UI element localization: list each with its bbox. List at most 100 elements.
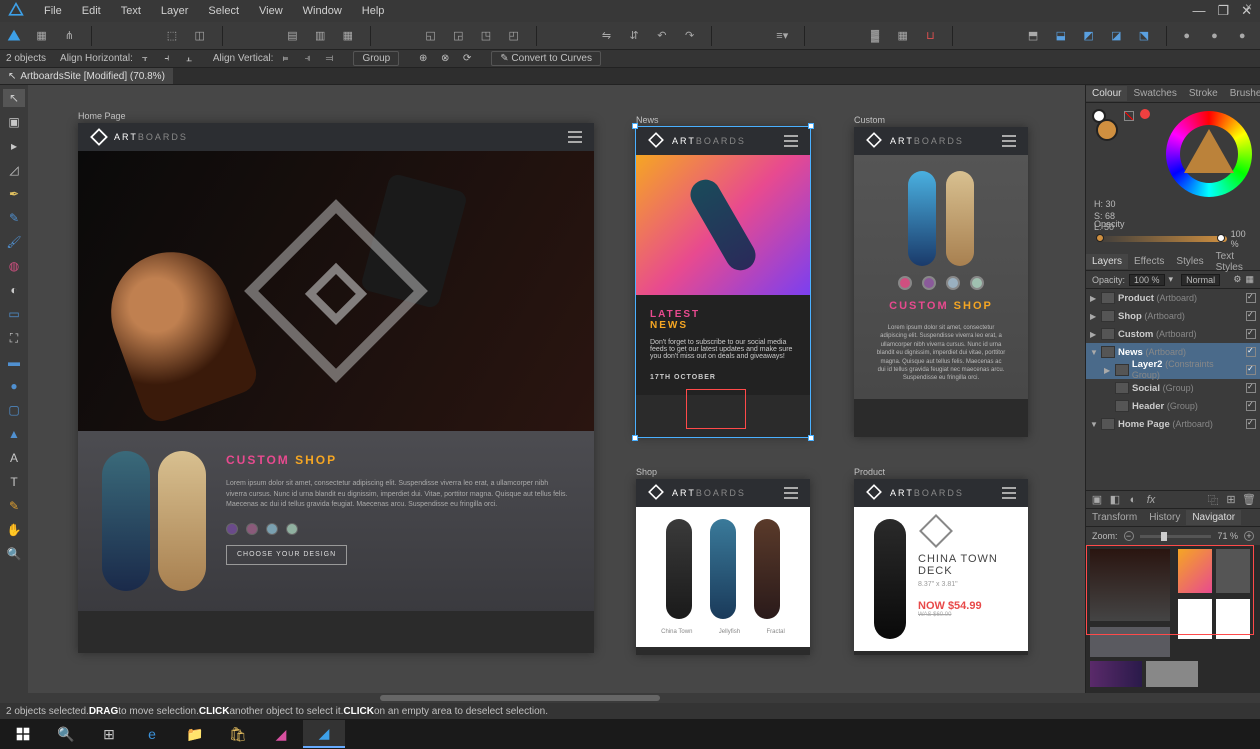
place-image-tool[interactable]: ▭ <box>3 305 25 323</box>
expand-arrow-icon[interactable]: ▼ <box>1090 420 1098 429</box>
no-fill-icon[interactable] <box>1124 111 1134 121</box>
tab-history[interactable]: History <box>1143 510 1186 525</box>
snap-grid-icon[interactable]: ▦ <box>30 24 54 48</box>
order-back-icon[interactable]: ◱ <box>419 24 443 48</box>
tab-swatches[interactable]: Swatches <box>1127 86 1182 101</box>
app-icon[interactable] <box>2 24 26 48</box>
search-icon[interactable]: 🔍 <box>45 720 87 748</box>
primary-colour-swatch[interactable] <box>1096 119 1118 141</box>
clip-children-icon[interactable]: ◫ <box>188 24 212 48</box>
layer-row[interactable]: ▶ Shop (Artboard) <box>1086 307 1260 325</box>
hand-tool[interactable]: ✋ <box>3 521 25 539</box>
opacity-value[interactable]: 100 % <box>1231 229 1252 249</box>
hamburger-icon[interactable] <box>1002 135 1016 147</box>
zoom-tool[interactable]: 🔍 <box>3 545 25 563</box>
layer-row[interactable]: ▶ Layer2 (Constraints Group) <box>1086 361 1260 379</box>
rectangle-tool[interactable]: ▬ <box>3 353 25 371</box>
align-h-dist-icon[interactable]: ▥ <box>308 24 332 48</box>
menu-file[interactable]: File <box>34 5 72 17</box>
order-front-icon[interactable]: ◰ <box>502 24 526 48</box>
menu-help[interactable]: Help <box>352 5 395 17</box>
artboard-news[interactable]: ARTBOARDS LATESTNEWS Don't forget to sub… <box>636 127 810 437</box>
layer-blend-dropdown[interactable]: Normal <box>1181 274 1220 286</box>
adjustment-icon[interactable]: ◐ <box>1126 493 1140 507</box>
zoom-out-icon[interactable]: − <box>1124 531 1134 541</box>
tab-layers[interactable]: Layers <box>1086 254 1128 269</box>
choose-design-button[interactable]: CHOOSE YOUR DESIGN <box>226 545 347 566</box>
tab-navigator[interactable]: Navigator <box>1186 510 1241 525</box>
tab-styles[interactable]: Styles <box>1170 254 1209 269</box>
text-tool[interactable]: A <box>3 449 25 467</box>
visibility-checkbox[interactable] <box>1246 401 1256 411</box>
hide-selection-icon[interactable]: ⊗ <box>437 51 453 67</box>
zoom-in-icon[interactable]: + <box>1244 531 1254 541</box>
minimize-icon[interactable]: — <box>1192 3 1205 19</box>
bool-intersect-icon[interactable]: ◩ <box>1077 24 1101 48</box>
align-top-icon[interactable]: ⫢ <box>277 51 293 67</box>
visibility-checkbox[interactable] <box>1246 365 1256 375</box>
edge-icon[interactable]: e <box>131 720 173 748</box>
persona-export-icon[interactable]: ● <box>1230 24 1254 48</box>
transparency-tool[interactable]: ◐ <box>3 281 25 299</box>
align-left-dist-icon[interactable]: ▤ <box>281 24 305 48</box>
delete-layer-icon[interactable]: 🗑 <box>1242 493 1256 507</box>
artboard-product[interactable]: ARTBOARDS CHINA TOWN DECK 8.37" x 3.81" … <box>854 479 1028 655</box>
group-button[interactable]: Group <box>353 51 399 66</box>
rotate-ccw-icon[interactable]: ↶ <box>650 24 674 48</box>
artboard-homepage[interactable]: ARTBOARDS CUSTOM SHOP Lorem ipsum dolor … <box>78 123 594 653</box>
duplicate-layer-icon[interactable]: ⿻ <box>1206 493 1220 507</box>
edit-all-layers-icon[interactable]: ▣ <box>1090 493 1104 507</box>
expand-arrow-icon[interactable]: ▶ <box>1090 330 1098 339</box>
cycle-selection-icon[interactable]: ⟳ <box>459 51 475 67</box>
magnet-icon[interactable]: ⊔ <box>919 24 943 48</box>
add-layer-icon[interactable]: ⊞ <box>1224 493 1238 507</box>
affinity-photo-icon[interactable]: ◢ <box>260 720 302 748</box>
hamburger-icon[interactable] <box>784 487 798 499</box>
layer-row[interactable]: Social (Group) <box>1086 379 1260 397</box>
navigator-preview[interactable] <box>1086 545 1260 693</box>
layer-opacity-dropdown-icon[interactable]: ▾ <box>1169 274 1174 285</box>
order-backward-icon[interactable]: ◲ <box>446 24 470 48</box>
expand-arrow-icon[interactable]: ▼ <box>1090 348 1098 357</box>
visibility-checkbox[interactable] <box>1246 311 1256 321</box>
layer-lock-icon[interactable]: ▦ <box>1245 274 1254 285</box>
store-icon[interactable]: 🛍 <box>217 720 259 748</box>
pencil-tool[interactable]: ✎ <box>3 209 25 227</box>
visibility-checkbox[interactable] <box>1246 347 1256 357</box>
affinity-designer-icon[interactable]: ◢ <box>303 720 345 748</box>
hamburger-icon[interactable] <box>1002 487 1016 499</box>
color-options[interactable] <box>226 523 570 535</box>
opacity-slider[interactable] <box>1094 236 1227 242</box>
bool-subtract-icon[interactable]: ⬓ <box>1049 24 1073 48</box>
close-panel-icon[interactable]: × <box>1245 0 1252 14</box>
start-button[interactable] <box>2 720 44 748</box>
artboard-shop[interactable]: ARTBOARDS China TownJellyfishFractal <box>636 479 810 655</box>
align-bottom-icon[interactable]: ⫤ <box>321 51 337 67</box>
visibility-checkbox[interactable] <box>1246 419 1256 429</box>
align-right-icon[interactable]: ⫠ <box>181 51 197 67</box>
crop-tool[interactable]: ⛶ <box>3 329 25 347</box>
bool-add-icon[interactable]: ⬒ <box>1021 24 1045 48</box>
picker-colour-icon[interactable] <box>1140 109 1150 119</box>
align-right-dist-icon[interactable]: ▦ <box>336 24 360 48</box>
colour-triangle[interactable] <box>1184 129 1234 173</box>
expand-arrow-icon[interactable]: ▶ <box>1090 294 1098 303</box>
zoom-slider[interactable] <box>1140 535 1212 538</box>
align-vcenter-icon[interactable]: ⫣ <box>299 51 315 67</box>
fx-icon[interactable]: fx <box>1144 493 1158 507</box>
frame-text-tool[interactable]: T <box>3 473 25 491</box>
lock-children-icon[interactable]: ⬚ <box>160 24 184 48</box>
canvas[interactable]: Home Page ARTBOARDS CUSTO <box>28 85 1085 693</box>
bool-divide-icon[interactable]: ⬔ <box>1132 24 1156 48</box>
flip-v-icon[interactable]: ⇵ <box>622 24 646 48</box>
layer-row[interactable]: ▶ Product (Artboard) <box>1086 289 1260 307</box>
pen-tool[interactable]: ✒ <box>3 185 25 203</box>
layer-row[interactable]: ▶ Custom (Artboard) <box>1086 325 1260 343</box>
document-tab[interactable]: ↖ArtboardsSite [Modified] (70.8%) <box>0 68 173 84</box>
snapping-icon[interactable]: ▓ <box>863 24 887 48</box>
ellipse-tool[interactable]: ● <box>3 377 25 395</box>
grid-icon[interactable]: ▦ <box>891 24 915 48</box>
flip-h-icon[interactable]: ⇋ <box>595 24 619 48</box>
align-hcenter-icon[interactable]: ⫞ <box>159 51 175 67</box>
artboard-tool[interactable]: ▣ <box>3 113 25 131</box>
